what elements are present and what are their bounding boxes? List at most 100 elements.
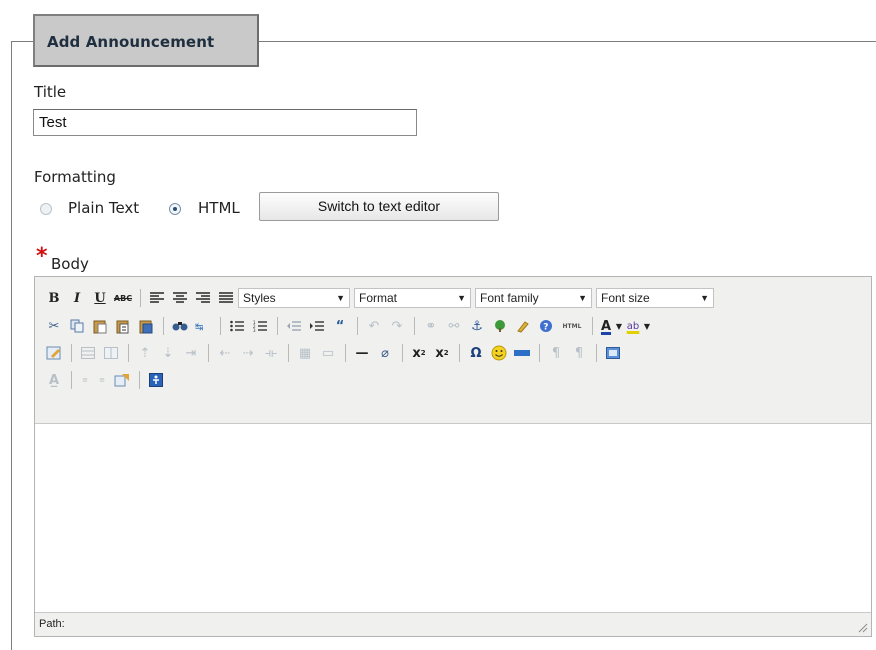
toolbar-separator — [277, 317, 278, 335]
outdent-icon[interactable] — [283, 315, 305, 337]
image-icon[interactable] — [489, 315, 511, 337]
template-icon[interactable] — [111, 369, 133, 391]
title-label: Title — [34, 83, 67, 101]
strikethrough-button[interactable]: ABC — [112, 287, 134, 309]
rtl-icon[interactable]: ¶ — [568, 342, 590, 364]
chevron-down-icon: ▼ — [457, 293, 466, 303]
toolbar-separator — [539, 344, 540, 362]
paste-word-icon[interactable] — [135, 315, 157, 337]
toolbar-row-2: ✂ ↹ 123 “ ↶ ↷ ⚭ ⚯ ⚓ ? HTML A ▼ ab ▼ — [43, 314, 652, 338]
remove-format-icon[interactable]: ⌀ — [374, 342, 396, 364]
col-after-icon[interactable]: ⇢ — [237, 342, 259, 364]
toolbar-separator — [71, 371, 72, 389]
fieldset-legend: Add Announcement — [33, 14, 259, 67]
indent-icon[interactable] — [306, 315, 328, 337]
unlink-icon[interactable]: ⚯ — [443, 315, 465, 337]
toolbar-separator — [140, 289, 141, 307]
toolbar-separator — [414, 317, 415, 335]
legend-text: Add Announcement — [47, 33, 215, 51]
fullscreen-icon[interactable] — [602, 342, 624, 364]
align-left-icon[interactable] — [146, 287, 168, 309]
undo-icon[interactable]: ↶ — [363, 315, 385, 337]
styles-dropdown-label: Styles — [243, 291, 276, 305]
numbered-list-icon[interactable]: 123 — [249, 315, 271, 337]
edit-css-style-icon[interactable] — [43, 342, 65, 364]
required-asterisk: * — [36, 244, 48, 269]
find-icon[interactable] — [169, 315, 191, 337]
styles-dropdown[interactable]: Styles ▼ — [238, 288, 350, 308]
blockquote-icon[interactable]: “ — [329, 315, 351, 337]
toolbar-separator — [139, 371, 140, 389]
chevron-down-icon: ▼ — [700, 293, 709, 303]
abbr-icon[interactable]: ≡ — [94, 369, 110, 391]
table-props-icon[interactable] — [100, 342, 122, 364]
toolbar-separator — [220, 317, 221, 335]
chevron-down-icon[interactable]: ▼ — [643, 315, 651, 337]
html-radio[interactable] — [169, 203, 181, 215]
body-label: Body — [51, 255, 89, 273]
italic-button[interactable]: I — [66, 287, 88, 309]
toolbar-separator — [288, 344, 289, 362]
link-icon[interactable]: ⚭ — [420, 315, 442, 337]
underline-button[interactable]: U — [89, 287, 111, 309]
plain-text-radio-label[interactable]: Plain Text — [68, 199, 139, 217]
svg-text:↹: ↹ — [195, 322, 203, 333]
merge-cells-icon[interactable]: ▭ — [317, 342, 339, 364]
media-icon[interactable] — [511, 342, 533, 364]
editor-statusbar: Path: — [35, 612, 871, 636]
fieldset-border-left — [11, 41, 12, 650]
delete-row-icon[interactable]: ⇥ — [180, 342, 202, 364]
resize-grip-icon[interactable] — [856, 621, 868, 633]
ltr-icon[interactable]: ¶ — [545, 342, 567, 364]
text-color-icon[interactable]: A — [598, 315, 614, 337]
accessibility-icon[interactable] — [145, 369, 167, 391]
paste-text-icon[interactable] — [112, 315, 134, 337]
horizontal-rule-icon[interactable]: — — [351, 342, 373, 364]
paste-icon[interactable] — [89, 315, 111, 337]
toolbar-separator — [357, 317, 358, 335]
align-center-icon[interactable] — [169, 287, 191, 309]
split-cells-icon[interactable]: ▦ — [294, 342, 316, 364]
toolbar-separator — [128, 344, 129, 362]
toolbar-separator — [596, 344, 597, 362]
bullet-list-icon[interactable] — [226, 315, 248, 337]
special-char-icon[interactable]: Ω — [465, 342, 487, 364]
align-right-icon[interactable] — [192, 287, 214, 309]
styleprops-icon[interactable]: A̲ — [43, 369, 65, 391]
format-dropdown[interactable]: Format ▼ — [354, 288, 471, 308]
title-input[interactable] — [33, 109, 417, 136]
replace-icon[interactable]: ↹ — [192, 315, 214, 337]
svg-text:3: 3 — [253, 328, 256, 332]
chevron-down-icon[interactable]: ▼ — [615, 315, 623, 337]
font-family-dropdown[interactable]: Font family ▼ — [475, 288, 592, 308]
subscript-icon[interactable]: x2 — [408, 342, 430, 364]
copy-icon[interactable] — [66, 315, 88, 337]
html-source-icon[interactable]: HTML — [558, 315, 586, 337]
editor-content-area[interactable] — [35, 425, 871, 612]
plain-text-radio[interactable] — [40, 203, 52, 215]
emoticon-icon[interactable] — [488, 342, 510, 364]
align-justify-icon[interactable] — [215, 287, 237, 309]
row-after-icon[interactable]: ⇣ — [157, 342, 179, 364]
anchor-icon[interactable]: ⚓ — [466, 315, 488, 337]
row-before-icon[interactable]: ⇡ — [134, 342, 156, 364]
toolbar-separator — [459, 344, 460, 362]
cleanup-icon[interactable] — [512, 315, 534, 337]
help-icon[interactable]: ? — [535, 315, 557, 337]
col-before-icon[interactable]: ⇠ — [214, 342, 236, 364]
toolbar-row-4: A̲ ≡ ≡ — [43, 368, 168, 392]
cut-icon[interactable]: ✂ — [43, 315, 65, 337]
switch-to-text-editor-button[interactable]: Switch to text editor — [259, 192, 499, 221]
cite-icon[interactable]: ≡ — [77, 369, 93, 391]
bold-button[interactable]: B — [43, 287, 65, 309]
superscript-icon[interactable]: x2 — [431, 342, 453, 364]
delete-col-icon[interactable]: ⟛ — [260, 342, 282, 364]
redo-icon[interactable]: ↷ — [386, 315, 408, 337]
highlight-color-icon[interactable]: ab — [624, 315, 642, 337]
html-radio-label[interactable]: HTML — [198, 199, 240, 217]
toolbar-row-3: ⇡ ⇣ ⇥ ⇠ ⇢ ⟛ ▦ ▭ — ⌀ x2 x2 Ω ¶ ¶ — [43, 341, 625, 365]
font-size-dropdown[interactable]: Font size ▼ — [596, 288, 714, 308]
editor-toolbar: B I U ABC Styles ▼ Format ▼ Font family ▼ F… — [35, 277, 871, 424]
table-insert-icon[interactable] — [77, 342, 99, 364]
font-size-dropdown-label: Font size — [601, 291, 650, 305]
